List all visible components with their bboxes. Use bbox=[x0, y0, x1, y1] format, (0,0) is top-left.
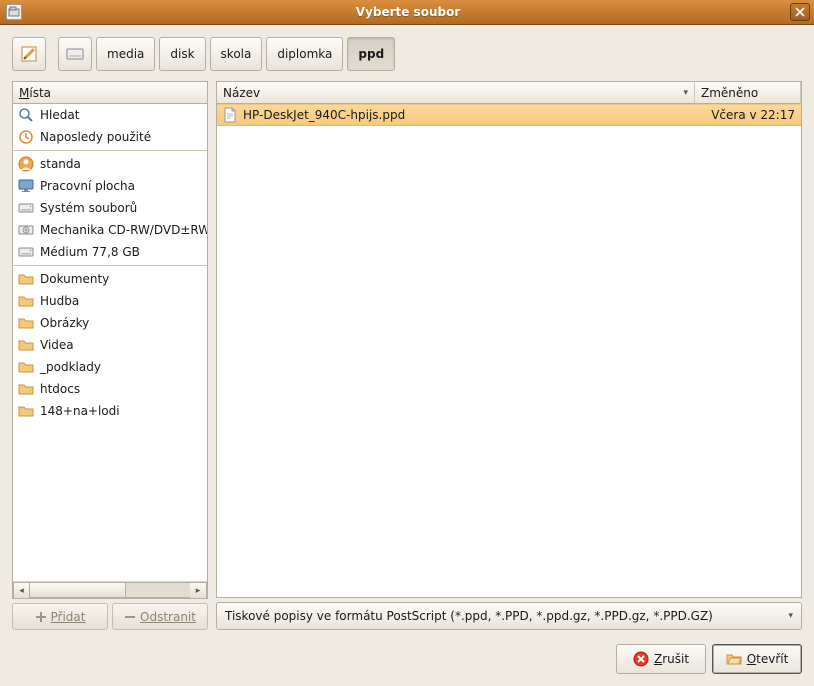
main-content: Místa Hledat Naposledy použité standa Praco… bbox=[12, 81, 802, 630]
place-item[interactable]: Obrázky bbox=[13, 312, 207, 334]
cancel-label: Zrušit bbox=[654, 652, 689, 666]
folder-icon bbox=[18, 293, 34, 309]
place-item[interactable]: Hudba bbox=[13, 290, 207, 312]
remove-label: Odstranit bbox=[140, 610, 196, 624]
place-label: Hledat bbox=[40, 108, 79, 122]
recent-icon bbox=[18, 129, 34, 145]
folder-icon bbox=[18, 271, 34, 287]
place-item[interactable]: Hledat bbox=[13, 104, 207, 126]
filter-row: Tiskové popisy ve formátu PostScript (*.… bbox=[216, 602, 802, 630]
search-icon bbox=[18, 107, 34, 123]
place-label: Pracovní plocha bbox=[40, 179, 135, 193]
folder-icon bbox=[18, 315, 34, 331]
file-modified: Včera v 22:17 bbox=[695, 108, 801, 122]
place-label: _podklady bbox=[40, 360, 101, 374]
filelist-body[interactable]: HP-DeskJet_940C-hpijs.ppd Včera v 22:17 bbox=[217, 104, 801, 597]
places-header[interactable]: Místa bbox=[13, 82, 207, 104]
remove-bookmark-button: Odstranit bbox=[112, 603, 208, 630]
add-bookmark-button: Přidat bbox=[12, 603, 108, 630]
place-item[interactable]: Systém souborů bbox=[13, 197, 207, 219]
column-modified[interactable]: Změněno bbox=[695, 82, 801, 104]
place-label: htdocs bbox=[40, 382, 80, 396]
scroll-track[interactable] bbox=[30, 582, 190, 598]
place-label: Obrázky bbox=[40, 316, 89, 330]
folder-icon bbox=[18, 403, 34, 419]
sort-indicator-icon: ▾ bbox=[683, 88, 688, 98]
addremove-row: Přidat Odstranit bbox=[12, 603, 208, 630]
filelist-header: Název ▾ Změněno bbox=[217, 82, 801, 104]
open-label: Otevřít bbox=[747, 652, 789, 666]
place-item[interactable]: Videa bbox=[13, 334, 207, 356]
breadcrumb-skola[interactable]: skola bbox=[210, 37, 263, 71]
place-item[interactable]: standa bbox=[13, 153, 207, 175]
place-label: Mechanika CD-RW/DVD±RW bbox=[40, 223, 207, 237]
filetype-filter[interactable]: Tiskové popisy ve formátu PostScript (*.… bbox=[216, 602, 802, 630]
cancel-button[interactable]: Zrušit bbox=[616, 644, 706, 674]
places-hscroll[interactable]: ◂ ▸ bbox=[13, 581, 207, 598]
place-label: 148+na+lodi bbox=[40, 404, 120, 418]
breadcrumb-ppd[interactable]: ppd bbox=[347, 37, 395, 71]
divider bbox=[13, 150, 207, 151]
dialog-body: media disk skola diplomka ppd Místa Hled… bbox=[0, 25, 814, 686]
place-item[interactable]: _podklady bbox=[13, 356, 207, 378]
places-list: Hledat Naposledy použité standa Pracovní pl… bbox=[13, 104, 207, 581]
filter-label: Tiskové popisy ve formátu PostScript (*.… bbox=[225, 609, 713, 623]
close-button[interactable] bbox=[790, 3, 810, 21]
folder-icon bbox=[18, 337, 34, 353]
disk-icon bbox=[18, 200, 34, 216]
dropdown-icon: ▾ bbox=[788, 611, 793, 621]
open-button[interactable]: Otevřít bbox=[712, 644, 802, 674]
edit-path-button[interactable] bbox=[12, 37, 46, 71]
open-icon bbox=[726, 651, 742, 667]
place-item[interactable]: Pracovní plocha bbox=[13, 175, 207, 197]
folder-icon bbox=[18, 381, 34, 397]
place-label: Hudba bbox=[40, 294, 79, 308]
add-label: Přidat bbox=[51, 610, 86, 624]
window-icon bbox=[6, 4, 22, 20]
breadcrumb-media[interactable]: media bbox=[96, 37, 155, 71]
filelist-panel: Název ▾ Změněno HP-DeskJet_940C-hpijs.pp… bbox=[216, 81, 802, 598]
place-label: Dokumenty bbox=[40, 272, 109, 286]
divider bbox=[13, 265, 207, 266]
place-item[interactable]: htdocs bbox=[13, 378, 207, 400]
folder-icon bbox=[18, 359, 34, 375]
place-label: Médium 77,8 GB bbox=[40, 245, 140, 259]
cancel-icon bbox=[633, 651, 649, 667]
place-item[interactable]: Naposledy použité bbox=[13, 126, 207, 148]
file-icon bbox=[222, 107, 238, 123]
scroll-left-button[interactable]: ◂ bbox=[13, 582, 30, 599]
place-label: standa bbox=[40, 157, 81, 171]
window-title: Vyberte soubor bbox=[26, 5, 790, 19]
dialog-buttons: Zrušit Otevřít bbox=[12, 644, 802, 674]
column-modified-label: Změněno bbox=[701, 86, 758, 100]
places-panel: Místa Hledat Naposledy použité standa Praco… bbox=[12, 81, 208, 599]
place-item[interactable]: Mechanika CD-RW/DVD±RW bbox=[13, 219, 207, 241]
place-label: Systém souborů bbox=[40, 201, 137, 215]
breadcrumb-diplomka[interactable]: diplomka bbox=[266, 37, 343, 71]
disk-icon bbox=[18, 244, 34, 260]
user-icon bbox=[18, 156, 34, 172]
place-label: Videa bbox=[40, 338, 74, 352]
optical-icon bbox=[18, 222, 34, 238]
path-toolbar: media disk skola diplomka ppd bbox=[12, 37, 802, 71]
place-item[interactable]: Médium 77,8 GB bbox=[13, 241, 207, 263]
titlebar[interactable]: Vyberte soubor bbox=[0, 0, 814, 25]
breadcrumb-disk[interactable]: disk bbox=[159, 37, 205, 71]
column-name-label: Název bbox=[223, 86, 260, 100]
column-name[interactable]: Název ▾ bbox=[217, 82, 695, 104]
desktop-icon bbox=[18, 178, 34, 194]
drive-button[interactable] bbox=[58, 37, 92, 71]
scroll-thumb[interactable] bbox=[30, 583, 126, 597]
scroll-right-button[interactable]: ▸ bbox=[190, 582, 207, 599]
file-name: HP-DeskJet_940C-hpijs.ppd bbox=[243, 108, 405, 122]
places-header-label: Místa bbox=[19, 86, 51, 100]
file-row[interactable]: HP-DeskJet_940C-hpijs.ppd Včera v 22:17 bbox=[217, 104, 801, 126]
place-item[interactable]: 148+na+lodi bbox=[13, 400, 207, 422]
place-item[interactable]: Dokumenty bbox=[13, 268, 207, 290]
place-label: Naposledy použité bbox=[40, 130, 151, 144]
